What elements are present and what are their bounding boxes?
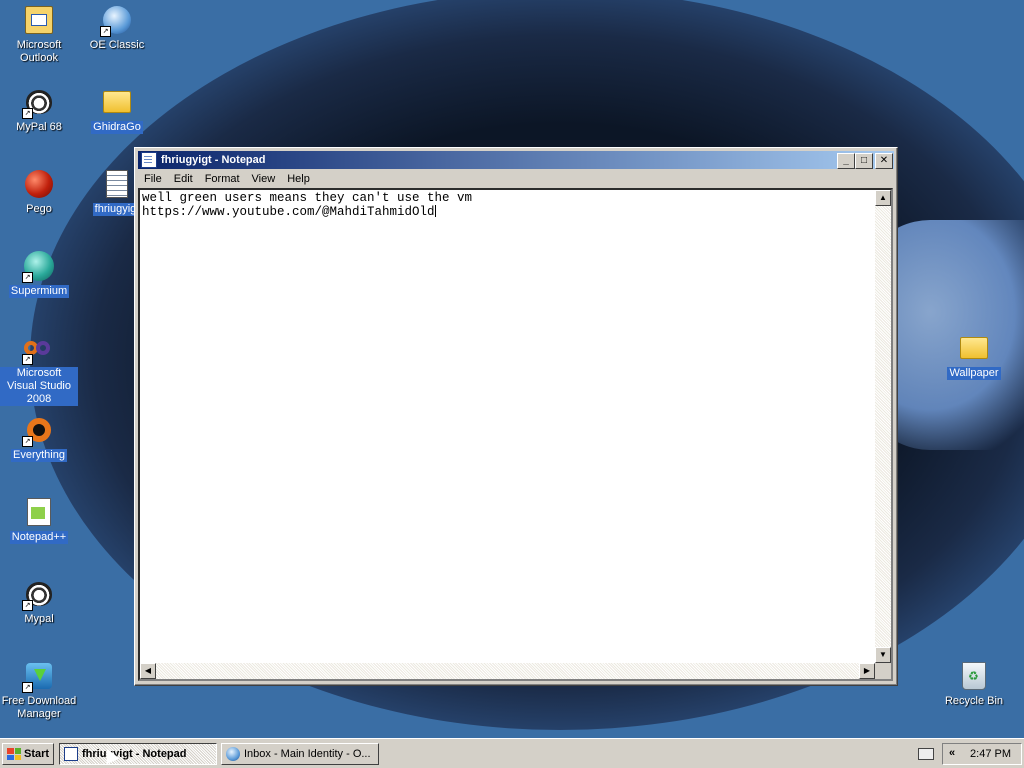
fdm-icon: ↗	[22, 660, 55, 693]
vertical-scrollbar[interactable]: ▲ ▼	[875, 190, 891, 663]
tray-expand-icon[interactable]: «	[949, 747, 955, 759]
menu-file[interactable]: File	[138, 173, 168, 185]
notepad-icon	[64, 747, 78, 761]
text-caret	[434, 205, 436, 217]
notepadpp-icon	[23, 496, 55, 528]
desktop-icon-everything[interactable]: ↗ Everything	[0, 414, 79, 462]
shortcut-arrow-icon: ↗	[22, 682, 33, 693]
shortcut-arrow-icon: ↗	[22, 272, 33, 283]
oe-classic-icon	[226, 747, 240, 761]
desktop-icon-visual-studio[interactable]: ↗ Microsoft Visual Studio 2008	[0, 332, 79, 406]
desktop-icon-label: Recycle Bin	[944, 695, 1004, 707]
mypal-icon: ↗	[22, 578, 55, 611]
desktop-icon-pego[interactable]: Pego	[0, 168, 79, 216]
editor-line-2: https://www.youtube.com/@MahdiTahmidOld	[142, 205, 435, 219]
desktop-icon-notepadpp[interactable]: Notepad++	[0, 496, 79, 544]
scroll-down-icon[interactable]: ▼	[875, 647, 891, 663]
desktop-icon-label: OE Classic	[89, 39, 145, 51]
taskbar-item-notepad[interactable]: fhriugyigt - Notepad	[59, 743, 217, 765]
horizontal-scrollbar[interactable]: ◀ ▶	[140, 663, 875, 679]
maximize-button[interactable]: □	[855, 153, 873, 169]
start-label: Start	[24, 748, 50, 760]
close-button[interactable]: ✕	[875, 153, 893, 169]
mypal-icon: ↗	[22, 86, 55, 119]
pego-icon	[23, 168, 55, 200]
everything-icon: ↗	[22, 414, 55, 447]
shortcut-arrow-icon: ↗	[100, 26, 111, 37]
desktop-icon-label: Supermium	[8, 285, 70, 298]
desktop-icon-label: Microsoft Outlook	[16, 39, 62, 64]
menu-help[interactable]: Help	[281, 173, 316, 185]
desktop-icon-outlook[interactable]: Microsoft Outlook	[0, 4, 79, 65]
windows-logo-icon	[7, 748, 21, 760]
desktop-icon-oe-classic[interactable]: ↗ OE Classic	[77, 4, 157, 52]
shortcut-arrow-icon: ↗	[22, 436, 33, 447]
desktop-icon-label: Wallpaper	[947, 367, 1001, 380]
recycle-bin-icon: ♻	[958, 660, 990, 692]
shortcut-arrow-icon: ↗	[22, 600, 33, 611]
desktop-icon-ghidrago[interactable]: GhidraGo	[77, 86, 157, 134]
desktop-icon-fdm[interactable]: ↗ Free Download Manager	[0, 660, 79, 721]
desktop-icon-label: Pego	[26, 203, 52, 215]
desktop-icon-label: Free Download Manager	[1, 695, 77, 720]
taskbar-item-label: fhriugyigt - Notepad	[82, 748, 187, 760]
scroll-left-icon[interactable]: ◀	[140, 663, 156, 679]
window-title: fhriugyigt - Notepad	[161, 154, 266, 166]
editor-line-1: well green users means they can't use th…	[142, 191, 473, 205]
desktop-icon-label: Notepad++	[9, 531, 69, 544]
desktop-icon-label: GhidraGo	[91, 121, 143, 134]
desktop-icon-mypal[interactable]: ↗ Mypal	[0, 578, 79, 626]
menu-view[interactable]: View	[246, 173, 282, 185]
outlook-icon	[23, 4, 55, 36]
text-file-icon	[101, 168, 133, 200]
desktop-icon-recycle-bin[interactable]: ♻ Recycle Bin	[934, 660, 1014, 708]
resize-grip-icon[interactable]	[875, 663, 891, 679]
desktop-icon-label: Mypal	[24, 613, 54, 625]
supermium-icon: ↗	[22, 250, 55, 283]
menu-edit[interactable]: Edit	[168, 173, 199, 185]
desktop-icon-label: Everything	[11, 449, 67, 462]
text-editor[interactable]: well green users means they can't use th…	[138, 188, 893, 681]
shortcut-arrow-icon: ↗	[22, 354, 33, 365]
notepad-window[interactable]: fhriugyigt - Notepad _ □ ✕ File Edit For…	[134, 147, 898, 686]
clock[interactable]: 2:47 PM	[970, 748, 1011, 760]
desktop-icon-label: MyPal 68	[16, 121, 62, 133]
desktop-icon-label: Microsoft Visual Studio 2008	[0, 367, 78, 406]
scroll-right-icon[interactable]: ▶	[859, 663, 875, 679]
menu-format[interactable]: Format	[199, 173, 246, 185]
scroll-up-icon[interactable]: ▲	[875, 190, 891, 206]
keyboard-icon[interactable]	[918, 748, 934, 760]
visual-studio-icon: ↗	[22, 332, 55, 365]
start-button[interactable]: Start	[2, 743, 54, 765]
taskbar: Start fhriugyigt - Notepad Inbox - Main …	[0, 738, 1024, 768]
shortcut-arrow-icon: ↗	[22, 108, 33, 119]
notepad-icon	[141, 152, 157, 168]
title-bar[interactable]: fhriugyigt - Notepad _ □ ✕	[138, 151, 894, 169]
folder-icon	[101, 86, 133, 118]
folder-icon	[958, 332, 990, 364]
editor-text[interactable]: well green users means they can't use th…	[142, 192, 472, 219]
minimize-button[interactable]: _	[837, 153, 855, 169]
oe-classic-icon: ↗	[100, 4, 133, 37]
menu-bar: File Edit Format View Help	[138, 170, 894, 188]
taskbar-item-label: Inbox - Main Identity - O...	[244, 748, 371, 760]
desktop-icon-wallpaper[interactable]: Wallpaper	[934, 332, 1014, 380]
desktop-icon-supermium[interactable]: ↗ Supermium	[0, 250, 79, 298]
taskbar-item-inbox[interactable]: Inbox - Main Identity - O...	[221, 743, 379, 765]
system-tray: « 2:47 PM	[942, 743, 1022, 765]
desktop-icon-mypal68[interactable]: ↗ MyPal 68	[0, 86, 79, 134]
